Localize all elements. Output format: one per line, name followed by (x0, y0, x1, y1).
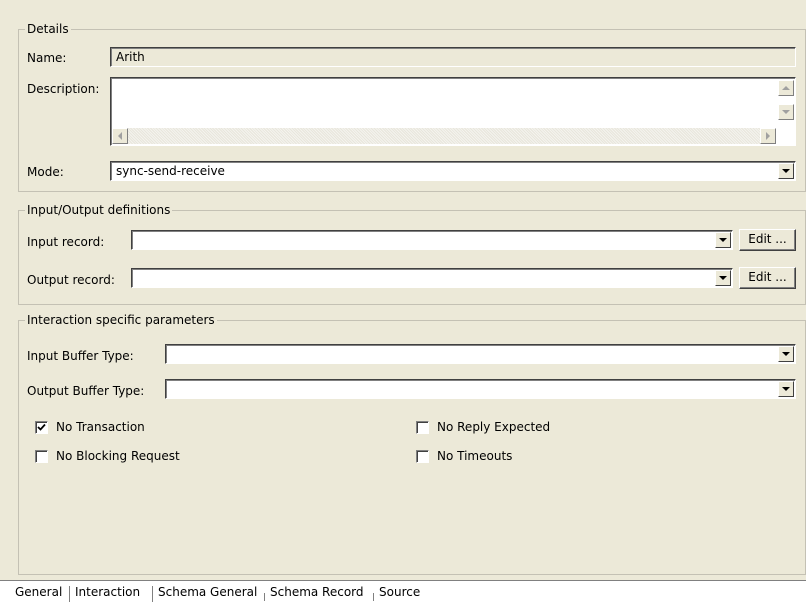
chevron-right-icon (766, 132, 770, 140)
chevron-down-icon (782, 387, 790, 391)
description-label: Description: (27, 82, 100, 96)
tab-separator (69, 586, 70, 602)
output-record-select[interactable] (131, 268, 733, 288)
input-buffer-type-label: Input Buffer Type: (27, 349, 134, 363)
name-value: Arith (116, 50, 145, 64)
tab-separator (264, 593, 265, 601)
scroll-down-button[interactable] (778, 104, 794, 120)
scroll-right-button[interactable] (760, 128, 776, 144)
mode-dropdown-button[interactable] (778, 163, 794, 179)
tab-schema-record[interactable]: Schema Record (270, 585, 364, 599)
interaction-editor-panel: Details Name: Arith Description: Mode: s… (0, 0, 806, 580)
mode-label: Mode: (27, 165, 64, 179)
no-timeouts-checkbox[interactable] (416, 450, 429, 463)
output-record-dropdown-button[interactable] (715, 270, 731, 286)
interaction-params-legend: Interaction specific parameters (27, 313, 215, 327)
name-field: Arith (110, 47, 796, 67)
no-transaction-checkbox[interactable] (35, 421, 48, 434)
chevron-up-icon (782, 86, 790, 90)
chevron-down-icon (782, 169, 790, 173)
output-record-label: Output record: (27, 273, 115, 287)
description-textarea[interactable] (110, 77, 796, 146)
name-label: Name: (27, 51, 67, 65)
chevron-left-icon (118, 132, 122, 140)
input-record-dropdown-button[interactable] (715, 232, 731, 248)
output-record-edit-button[interactable]: Edit ... (739, 267, 796, 289)
input-record-label: Input record: (27, 235, 105, 249)
tab-general[interactable]: General (15, 585, 62, 599)
output-buffer-type-select[interactable] (165, 379, 796, 399)
io-legend: Input/Output definitions (27, 203, 171, 217)
mode-select[interactable]: sync-send-receive (110, 161, 796, 181)
no-reply-expected-label: No Reply Expected (437, 420, 551, 434)
chevron-down-icon (719, 276, 727, 280)
input-buffer-dropdown-button[interactable] (778, 346, 794, 362)
tab-source[interactable]: Source (379, 585, 420, 599)
no-reply-expected-checkbox[interactable] (416, 421, 429, 434)
mode-value: sync-send-receive (116, 164, 225, 178)
chevron-down-icon (782, 352, 790, 356)
chevron-down-icon (782, 110, 790, 114)
check-icon (37, 423, 46, 431)
no-timeouts-label: No Timeouts (437, 449, 513, 463)
tab-separator (152, 586, 153, 602)
output-buffer-type-label: Output Buffer Type: (27, 384, 145, 398)
chevron-down-icon (719, 238, 727, 242)
input-record-select[interactable] (131, 230, 733, 250)
input-record-edit-button[interactable]: Edit ... (739, 229, 796, 251)
output-buffer-dropdown-button[interactable] (778, 381, 794, 397)
details-legend: Details (27, 22, 69, 36)
no-blocking-request-label: No Blocking Request (56, 449, 180, 463)
horizontal-scrollbar[interactable] (112, 128, 776, 144)
tab-interaction[interactable]: Interaction (75, 585, 140, 599)
io-group: Input/Output definitions (18, 203, 806, 305)
no-transaction-label: No Transaction (56, 420, 145, 434)
tab-separator (373, 593, 374, 601)
input-buffer-type-select[interactable] (165, 344, 796, 364)
no-blocking-request-checkbox[interactable] (35, 450, 48, 463)
editor-tabs: General Interaction Schema General Schem… (0, 580, 806, 604)
scroll-up-button[interactable] (778, 80, 794, 96)
tab-schema-general[interactable]: Schema General (158, 585, 257, 599)
scroll-left-button[interactable] (112, 128, 128, 144)
